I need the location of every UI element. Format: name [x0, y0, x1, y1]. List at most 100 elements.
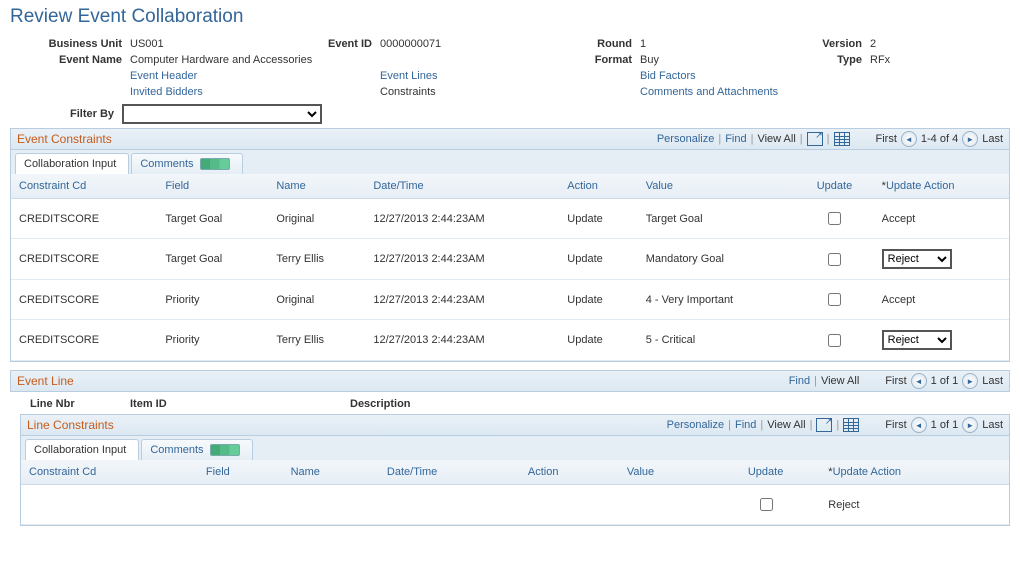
- col-value[interactable]: Value: [619, 460, 711, 485]
- view-all-link[interactable]: View All: [821, 375, 859, 387]
- expand-all-icon[interactable]: [200, 158, 230, 170]
- col-constraint-cd[interactable]: Constraint Cd: [11, 174, 157, 199]
- cell-update: [795, 280, 873, 320]
- col-name[interactable]: Name: [283, 460, 379, 485]
- cell-update-action: Accept: [874, 199, 1009, 239]
- cell-value: [619, 485, 711, 525]
- round-value: 1: [640, 38, 790, 50]
- col-field[interactable]: Field: [198, 460, 283, 485]
- cell-cd: CREDITSCORE: [11, 199, 157, 239]
- nav-next-icon[interactable]: ►: [962, 131, 978, 147]
- cell-value: Target Goal: [638, 199, 796, 239]
- cell-update: [711, 485, 820, 525]
- update-checkbox[interactable]: [828, 253, 841, 266]
- format-value: Buy: [640, 54, 790, 66]
- cell-update: [795, 199, 873, 239]
- cell-action: Update: [559, 320, 637, 361]
- nav-next-icon[interactable]: ►: [962, 417, 978, 433]
- update-action-select[interactable]: Reject: [882, 249, 952, 269]
- version-value: 2: [870, 38, 930, 50]
- col-update[interactable]: Update: [711, 460, 820, 485]
- spreadsheet-icon[interactable]: [834, 132, 850, 146]
- tab-collaboration-input[interactable]: Collaboration Input: [25, 439, 139, 460]
- update-action-select[interactable]: Reject: [882, 330, 952, 350]
- view-all-link[interactable]: View All: [757, 133, 795, 145]
- update-checkbox[interactable]: [828, 334, 841, 347]
- filter-by-label: Filter By: [70, 108, 114, 120]
- col-value[interactable]: Value: [638, 174, 796, 199]
- event-line-title: Event Line: [17, 374, 74, 388]
- link-event-header[interactable]: Event Header: [130, 70, 300, 82]
- event-line-columns: Line Nbr Item ID Description: [10, 392, 1010, 414]
- spreadsheet-icon[interactable]: [843, 418, 859, 432]
- link-event-lines[interactable]: Event Lines: [380, 70, 570, 82]
- expand-all-icon[interactable]: [210, 444, 240, 456]
- cell-action: Update: [559, 199, 637, 239]
- business-unit-label: Business Unit: [10, 38, 130, 50]
- view-all-link[interactable]: View All: [767, 419, 805, 431]
- col-update-action[interactable]: Update Action: [820, 460, 1009, 485]
- popout-icon[interactable]: [807, 132, 823, 146]
- tab-comments[interactable]: Comments: [131, 153, 242, 174]
- personalize-link[interactable]: Personalize: [657, 133, 714, 145]
- popout-icon[interactable]: [816, 418, 832, 432]
- cell-cd: CREDITSCORE: [11, 320, 157, 361]
- cell-name: Original: [268, 199, 365, 239]
- col-update-action[interactable]: Update Action: [874, 174, 1009, 199]
- col-line-nbr: Line Nbr: [30, 398, 130, 410]
- cell-cd: CREDITSCORE: [11, 239, 157, 280]
- link-bid-factors[interactable]: Bid Factors: [640, 70, 990, 82]
- nav-next-icon[interactable]: ►: [962, 373, 978, 389]
- nav-prev-icon[interactable]: ◄: [901, 131, 917, 147]
- cell-name: Terry Ellis: [268, 320, 365, 361]
- filter-by-select[interactable]: [122, 104, 322, 124]
- cell-name: Terry Ellis: [268, 239, 365, 280]
- col-datetime[interactable]: Date/Time: [365, 174, 559, 199]
- col-action[interactable]: Action: [520, 460, 619, 485]
- cell-dt: 12/27/2013 2:44:23AM: [365, 199, 559, 239]
- table-row: Reject: [21, 485, 1009, 525]
- table-row: CREDITSCORE Target Goal Original12/27/2013…: [11, 199, 1009, 239]
- col-datetime[interactable]: Date/Time: [379, 460, 520, 485]
- cell-update-action: Reject: [820, 485, 1009, 525]
- link-comments-attachments[interactable]: Comments and Attachments: [640, 86, 990, 98]
- find-link[interactable]: Find: [735, 419, 756, 431]
- col-update[interactable]: Update: [795, 174, 873, 199]
- meta-grid: Business Unit US001 Event ID 0000000071 …: [10, 38, 1010, 66]
- cell-name: [283, 485, 379, 525]
- nav-last[interactable]: Last: [982, 375, 1003, 387]
- cell-value: 5 - Critical: [638, 320, 796, 361]
- col-name[interactable]: Name: [268, 174, 365, 199]
- nav-first[interactable]: First: [876, 133, 897, 145]
- event-line-toolbar: Find | View All First ◄ 1 of 1 ► Last: [789, 373, 1003, 389]
- nav-prev-icon[interactable]: ◄: [911, 373, 927, 389]
- update-checkbox[interactable]: [828, 293, 841, 306]
- nav-first[interactable]: First: [885, 419, 906, 431]
- table-row: CREDITSCOREPriorityTerry Ellis12/27/2013…: [11, 320, 1009, 361]
- find-link[interactable]: Find: [789, 375, 810, 387]
- event-constraints-section: Event Constraints Personalize | Find | V…: [10, 128, 1010, 362]
- col-field[interactable]: Field: [157, 174, 268, 199]
- tab-collaboration-input[interactable]: Collaboration Input: [15, 153, 129, 174]
- update-checkbox[interactable]: [760, 498, 773, 511]
- col-action[interactable]: Action: [559, 174, 637, 199]
- filter-row: Filter By: [70, 104, 1010, 124]
- col-constraint-cd[interactable]: Constraint Cd: [21, 460, 198, 485]
- nav-first[interactable]: First: [885, 375, 906, 387]
- cell-update-action: Accept: [874, 280, 1009, 320]
- tab-comments-label: Comments: [140, 158, 193, 170]
- link-invited-bidders[interactable]: Invited Bidders: [130, 86, 300, 98]
- nav-last[interactable]: Last: [982, 419, 1003, 431]
- update-checkbox[interactable]: [828, 212, 841, 225]
- cell-action: Update: [559, 239, 637, 280]
- nav-last[interactable]: Last: [982, 133, 1003, 145]
- nav-range: 1 of 1: [931, 419, 959, 431]
- tab-comments[interactable]: Comments: [141, 439, 252, 460]
- cell-dt: 12/27/2013 2:44:23AM: [365, 320, 559, 361]
- nav-prev-icon[interactable]: ◄: [911, 417, 927, 433]
- cell-field: [198, 485, 283, 525]
- link-constraints: Constraints: [380, 86, 570, 98]
- personalize-link[interactable]: Personalize: [667, 419, 724, 431]
- event-name-label: Event Name: [10, 54, 130, 66]
- find-link[interactable]: Find: [725, 133, 746, 145]
